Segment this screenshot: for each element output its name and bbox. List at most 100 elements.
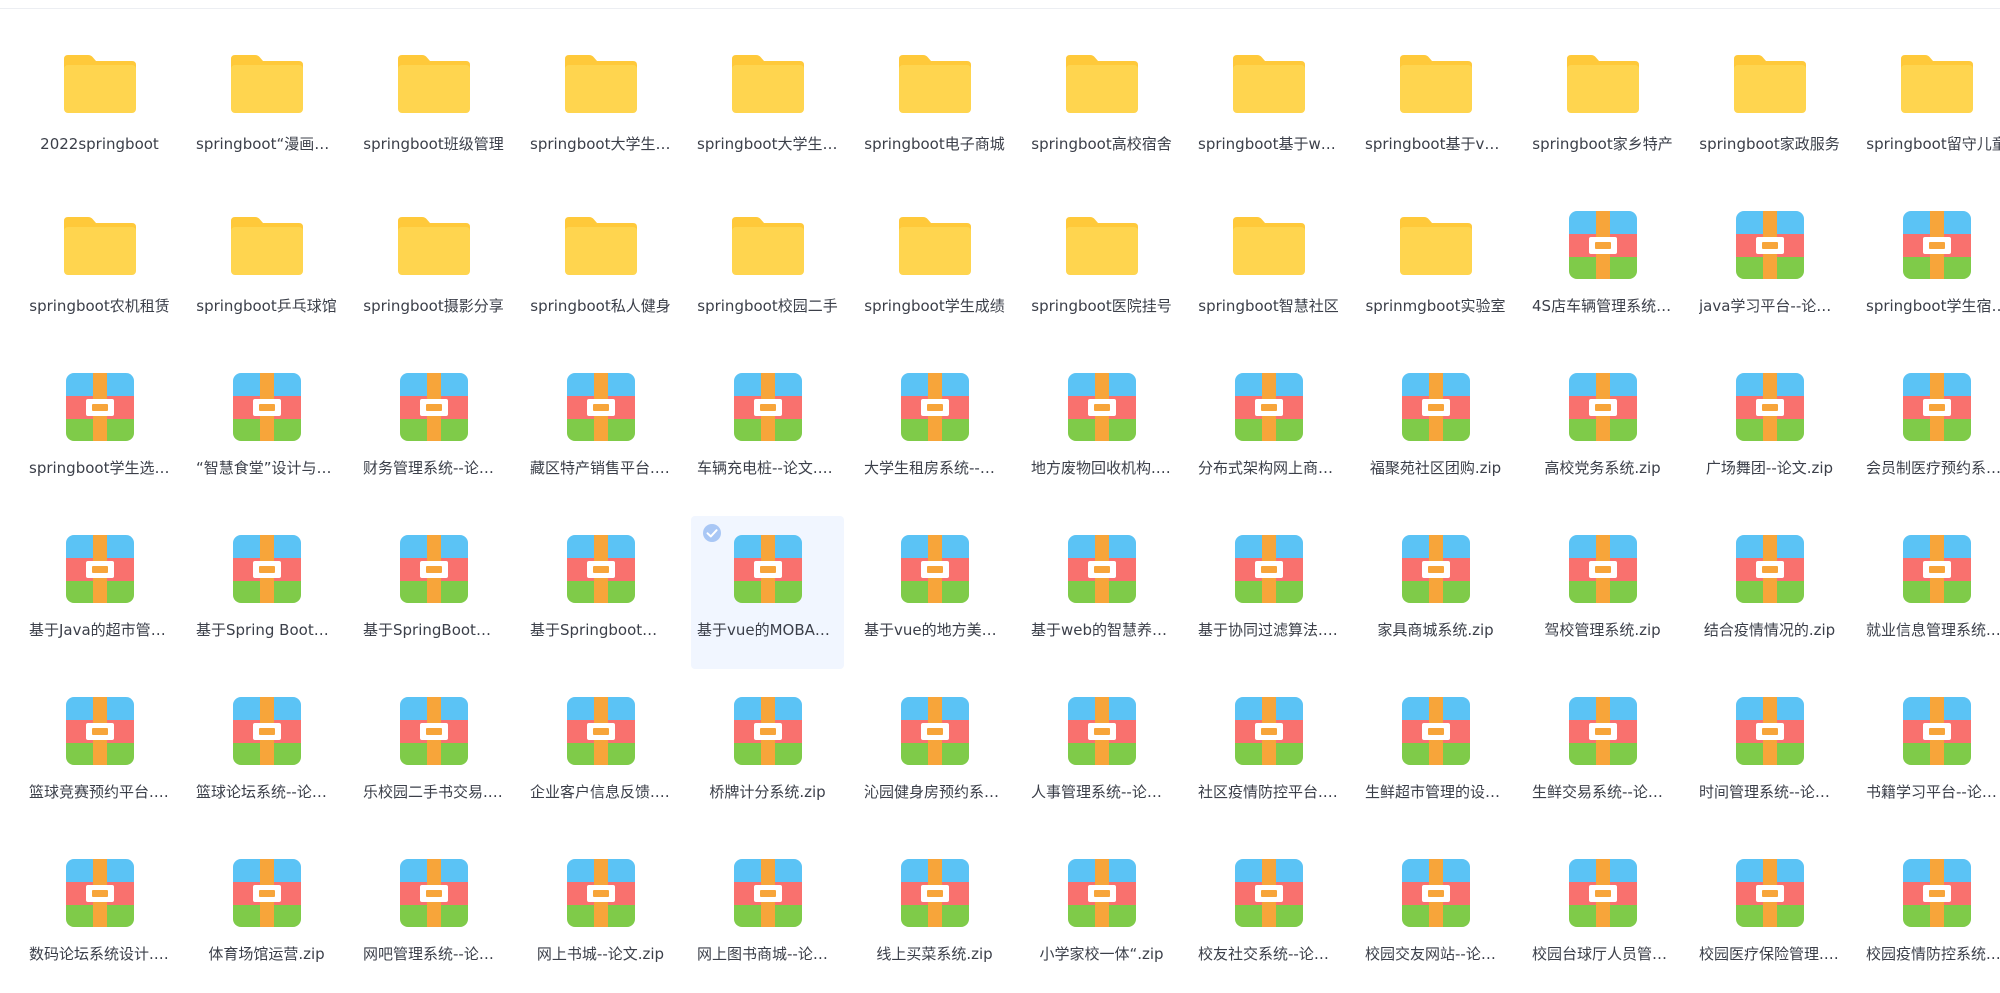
file-item[interactable]: 生鲜交易系统--论文.zip	[1526, 678, 1679, 831]
file-item[interactable]: 基于SpringBoot的.zip	[357, 516, 510, 669]
file-name: springboot农机租赁	[29, 297, 170, 315]
file-item[interactable]: 社区疫情防控平台.zip	[1192, 678, 1345, 831]
file-item[interactable]: 时间管理系统--论文.zip	[1693, 678, 1846, 831]
file-item[interactable]: 基于web的智慧养老.zip	[1025, 516, 1178, 669]
file-item[interactable]: springboot基于web的	[1192, 30, 1345, 183]
folder-icon	[1732, 45, 1808, 121]
file-item[interactable]: springboot大学生租房	[691, 30, 844, 183]
file-item[interactable]: 网上图书商城--论文.zip	[691, 840, 844, 993]
file-item[interactable]: 书籍学习平台--论文.zip	[1860, 678, 2000, 831]
file-item[interactable]: 福聚苑社区团购.zip	[1359, 354, 1512, 507]
file-item[interactable]: java学习平台--论文.zip	[1693, 192, 1846, 345]
folder-icon	[730, 207, 806, 283]
file-item[interactable]: 2022springboot	[23, 30, 176, 183]
file-name: 驾校管理系统.zip	[1544, 621, 1661, 639]
file-item[interactable]: 桥牌计分系统.zip	[691, 678, 844, 831]
file-item[interactable]: springboot学生宿舍.zip	[1860, 192, 2000, 345]
file-item[interactable]: 企业客户信息反馈.zip	[524, 678, 677, 831]
zip-archive-icon	[1899, 207, 1975, 283]
file-item[interactable]: sprinmgboot实验室	[1359, 192, 1512, 345]
file-item[interactable]: 校园医疗保险管理.zip	[1693, 840, 1846, 993]
file-name: 校友社交系统--论文.zip	[1198, 945, 1339, 963]
file-item[interactable]: 驾校管理系统.zip	[1526, 516, 1679, 669]
file-item[interactable]: 基于Springboot的.zip	[524, 516, 677, 669]
file-item[interactable]: 基于vue的MOBA游戏.zip	[691, 516, 844, 669]
file-item[interactable]: springboot校园二手	[691, 192, 844, 345]
file-item[interactable]: springboot智慧社区	[1192, 192, 1345, 345]
file-item[interactable]: springboot摄影分享	[357, 192, 510, 345]
file-item[interactable]: springboot私人健身	[524, 192, 677, 345]
file-item[interactable]: 网吧管理系统--论文.zip	[357, 840, 510, 993]
file-item[interactable]: 校园疫情防控系统.zip	[1860, 840, 2000, 993]
file-item[interactable]: springboot农机租赁	[23, 192, 176, 345]
file-item[interactable]: 篮球竞赛预约平台.zip	[23, 678, 176, 831]
file-item[interactable]: 高校党务系统.zip	[1526, 354, 1679, 507]
check-icon[interactable]	[703, 524, 721, 542]
file-name: 小学家校一体“.zip	[1039, 945, 1164, 963]
folder-icon	[1398, 45, 1474, 121]
file-name: springboot电子商城	[864, 135, 1005, 153]
file-item[interactable]: springboot家乡特产	[1526, 30, 1679, 183]
file-item[interactable]: 大学生租房系统--论文.zip	[858, 354, 1011, 507]
file-item[interactable]: 生鲜超市管理的设计.zip	[1359, 678, 1512, 831]
file-item[interactable]: springboot班级管理	[357, 30, 510, 183]
zip-archive-icon	[1732, 207, 1808, 283]
file-name: springboot留守儿童	[1866, 135, 2000, 153]
folder-icon	[1064, 45, 1140, 121]
file-item[interactable]: springboot乒乓球馆	[190, 192, 343, 345]
file-item[interactable]: 地方废物回收机构.zip	[1025, 354, 1178, 507]
file-name: 基于vue的MOBA游戏.zip	[697, 621, 838, 639]
file-item[interactable]: springboot电子商城	[858, 30, 1011, 183]
file-item[interactable]: 基于vue的地方美食.zip	[858, 516, 1011, 669]
file-item[interactable]: 篮球论坛系统--论文.zip	[190, 678, 343, 831]
file-item[interactable]: 校友社交系统--论文.zip	[1192, 840, 1345, 993]
file-item[interactable]: 校园交友网站--论文.zip	[1359, 840, 1512, 993]
file-item[interactable]: 网上书城--论文.zip	[524, 840, 677, 993]
file-item[interactable]: 基于Java的超市管理.zip	[23, 516, 176, 669]
file-item[interactable]: 基于协同过滤算法.zip	[1192, 516, 1345, 669]
file-item[interactable]: 小学家校一体“.zip	[1025, 840, 1178, 993]
file-item[interactable]: 4S店车辆管理系统.zip	[1526, 192, 1679, 345]
file-item[interactable]: springboot高校宿舍	[1025, 30, 1178, 183]
file-item[interactable]: springboot基于vue的	[1359, 30, 1512, 183]
zip-archive-icon	[396, 693, 472, 769]
zip-archive-icon	[1565, 207, 1641, 283]
file-name: springboot基于vue的	[1365, 135, 1506, 153]
file-item[interactable]: springboot留守儿童	[1860, 30, 2000, 183]
file-item[interactable]: 分布式架构网上商城.zip	[1192, 354, 1345, 507]
file-name: springboot班级管理	[363, 135, 504, 153]
file-item[interactable]: 就业信息管理系统.zip	[1860, 516, 2000, 669]
file-item[interactable]: springboot家政服务	[1693, 30, 1846, 183]
file-name: 地方废物回收机构.zip	[1031, 459, 1172, 477]
file-grid: 2022springboot springboot“漫画网站设计” spring…	[23, 30, 2000, 993]
file-item[interactable]: 基于Spring Boot的.zip	[190, 516, 343, 669]
file-item[interactable]: springboot医院挂号	[1025, 192, 1178, 345]
file-name: 网上书城--论文.zip	[536, 945, 665, 963]
file-item[interactable]: 线上买菜系统.zip	[858, 840, 1011, 993]
file-item[interactable]: 车辆充电桩--论文.zip	[691, 354, 844, 507]
file-item[interactable]: 沁园健身房预约系统.zip	[858, 678, 1011, 831]
file-item[interactable]: 广场舞团--论文.zip	[1693, 354, 1846, 507]
zip-archive-icon	[229, 693, 305, 769]
file-item[interactable]: 人事管理系统--论文.zip	[1025, 678, 1178, 831]
file-item[interactable]: 体育场馆运营.zip	[190, 840, 343, 993]
file-item[interactable]: 财务管理系统--论文.zip	[357, 354, 510, 507]
file-item[interactable]: 会员制医疗预约系统.zip	[1860, 354, 2000, 507]
file-name: springboot高校宿舍	[1031, 135, 1172, 153]
file-item[interactable]: springboot学生选课.zip	[23, 354, 176, 507]
file-item[interactable]: “智慧食堂”设计与实现.zip	[190, 354, 343, 507]
file-item[interactable]: 校园台球厅人员管理.zip	[1526, 840, 1679, 993]
file-name: 就业信息管理系统.zip	[1866, 621, 2000, 639]
file-item[interactable]: springboot“漫画网站设计”	[190, 30, 343, 183]
file-item[interactable]: 家具商城系统.zip	[1359, 516, 1512, 669]
file-name: 网吧管理系统--论文.zip	[363, 945, 504, 963]
file-item[interactable]: springboot大学生就业	[524, 30, 677, 183]
zip-archive-icon	[1398, 531, 1474, 607]
zip-archive-icon	[1565, 531, 1641, 607]
file-item[interactable]: 藏区特产销售平台.zip	[524, 354, 677, 507]
file-item[interactable]: 结合疫情情况的.zip	[1693, 516, 1846, 669]
file-item[interactable]: 数码论坛系统设计.zip	[23, 840, 176, 993]
file-name: 人事管理系统--论文.zip	[1031, 783, 1172, 801]
file-item[interactable]: 乐校园二手书交易.zip	[357, 678, 510, 831]
file-item[interactable]: springboot学生成绩	[858, 192, 1011, 345]
